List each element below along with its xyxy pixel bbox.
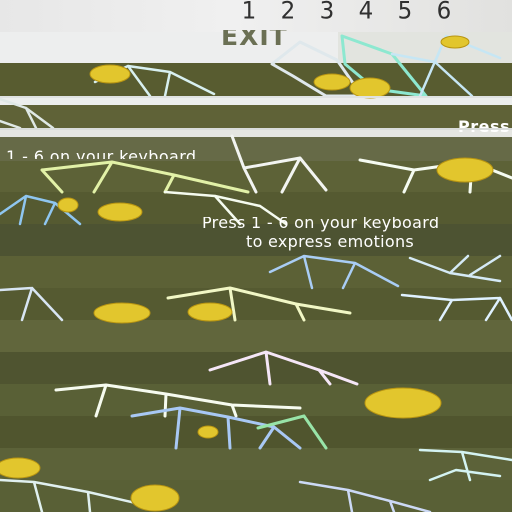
glitch-band <box>0 384 512 416</box>
game-screen: 1 2 3 4 5 6 EXIT Press 1 - 6 on your key… <box>0 0 512 512</box>
glitch-band <box>0 288 512 320</box>
emotion-key-4: 4 <box>358 0 374 25</box>
glitch-band <box>0 352 512 384</box>
instruction-fragment-right: Press <box>458 117 511 136</box>
emotion-key-6: 6 <box>436 0 452 25</box>
glitch-band <box>0 448 512 480</box>
glitch-band <box>0 96 512 105</box>
glitch-band <box>0 161 512 192</box>
glitch-band <box>0 416 512 448</box>
glitch-band <box>0 480 512 512</box>
glitch-band <box>0 129 512 137</box>
emotion-key-1: 1 <box>241 0 257 25</box>
glitch-band <box>0 105 512 129</box>
glitch-band <box>0 256 512 288</box>
glitch-band <box>0 63 512 96</box>
emotion-key-2: 2 <box>280 0 296 25</box>
emotion-key-5: 5 <box>397 0 413 25</box>
instruction-line-1: Press 1 - 6 on your keyboard <box>202 213 440 232</box>
glitch-band <box>0 320 512 352</box>
emotion-instructions: Press 1 - 6 on your keyboard to express … <box>202 213 494 251</box>
emotion-key-legend: 1 2 3 4 5 6 <box>236 0 457 26</box>
emotion-key-3: 3 <box>319 0 335 25</box>
instruction-line-2: to express emotions <box>246 232 415 251</box>
